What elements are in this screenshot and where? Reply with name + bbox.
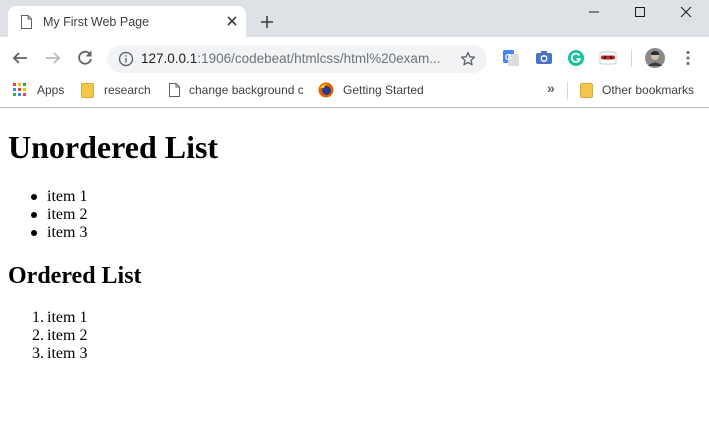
bookmark-apps[interactable]: Apps	[13, 83, 73, 101]
profile-avatar-icon[interactable]	[645, 48, 665, 68]
bullet-marker	[31, 230, 37, 236]
window-close-icon[interactable]	[663, 0, 709, 28]
bookmark-change-background[interactable]: change background c	[167, 83, 303, 101]
bookmark-label: research	[104, 83, 151, 97]
reload-icon[interactable]	[76, 49, 94, 67]
url-text[interactable]: 127.0.0.1:1906/codebeat/htmlcss/html%20e…	[141, 51, 451, 66]
address-bar[interactable]: 127.0.0.1:1906/codebeat/htmlcss/html%20e…	[107, 45, 487, 73]
ordered-marker: 1.	[32, 309, 44, 326]
folder-icon	[81, 83, 94, 98]
page-heading-ordered: Ordered List	[8, 263, 142, 289]
google-translate-icon[interactable]: G	[502, 49, 520, 67]
bookmark-research[interactable]: research	[81, 83, 161, 101]
forward-arrow-icon[interactable]	[44, 49, 62, 67]
camera-icon[interactable]	[535, 49, 553, 67]
unordered-list-item: item 2	[47, 206, 88, 223]
bookmark-label: Getting Started	[343, 83, 424, 97]
back-arrow-icon[interactable]	[11, 49, 29, 67]
bookmark-getting-started[interactable]: Getting Started	[318, 82, 428, 101]
bookmark-label: Apps	[37, 83, 65, 97]
tab-title: My First Web Page	[43, 15, 150, 29]
minimize-icon[interactable]	[571, 0, 617, 28]
page-content: Unordered List item 1 item 2 item 3 Orde…	[0, 108, 709, 446]
menu-kebab-icon[interactable]	[679, 49, 697, 67]
page-icon	[169, 83, 180, 97]
apps-grid-icon	[13, 83, 26, 96]
ordered-list-item: item 2	[47, 327, 88, 344]
bookmark-other-bookmarks[interactable]: Other bookmarks	[580, 83, 700, 101]
info-icon[interactable]	[118, 51, 134, 67]
tab-strip: My First Web Page	[0, 0, 709, 37]
page-icon	[21, 15, 32, 29]
bullet-marker	[31, 212, 37, 218]
bookmark-star-icon[interactable]	[460, 51, 476, 67]
bookmarks-overflow-chevron-icon[interactable]: »	[547, 81, 555, 99]
ordered-list-item: item 1	[47, 309, 88, 326]
folder-icon	[580, 83, 593, 98]
active-tab[interactable]: My First Web Page	[8, 6, 246, 37]
ordered-marker: 3.	[32, 345, 44, 362]
bookmark-label: Other bookmarks	[602, 83, 695, 97]
bookmarks-bar: Apps research change background c Gettin…	[0, 77, 709, 108]
ordered-list-item: item 3	[47, 345, 88, 362]
new-tab-plus-icon[interactable]	[260, 15, 274, 29]
tab-close-icon[interactable]	[226, 15, 238, 27]
ordered-marker: 2.	[32, 327, 44, 344]
bookmark-label: change background c	[189, 83, 303, 97]
url-path: :1906/codebeat/htmlcss/html%20exam...	[197, 51, 441, 66]
url-host: 127.0.0.1	[141, 51, 198, 66]
grammarly-icon[interactable]	[567, 49, 585, 67]
firefox-icon	[318, 82, 334, 98]
incognito-mask-icon[interactable]	[599, 49, 617, 67]
bullet-marker	[31, 194, 37, 200]
unordered-list-item: item 1	[47, 188, 88, 205]
svg-text:G: G	[505, 53, 511, 62]
maximize-icon[interactable]	[617, 0, 663, 28]
bookmarks-separator	[567, 82, 568, 100]
page-heading-unordered: Unordered List	[8, 129, 219, 165]
toolbar-separator	[631, 49, 632, 67]
unordered-list-item: item 3	[47, 224, 88, 241]
